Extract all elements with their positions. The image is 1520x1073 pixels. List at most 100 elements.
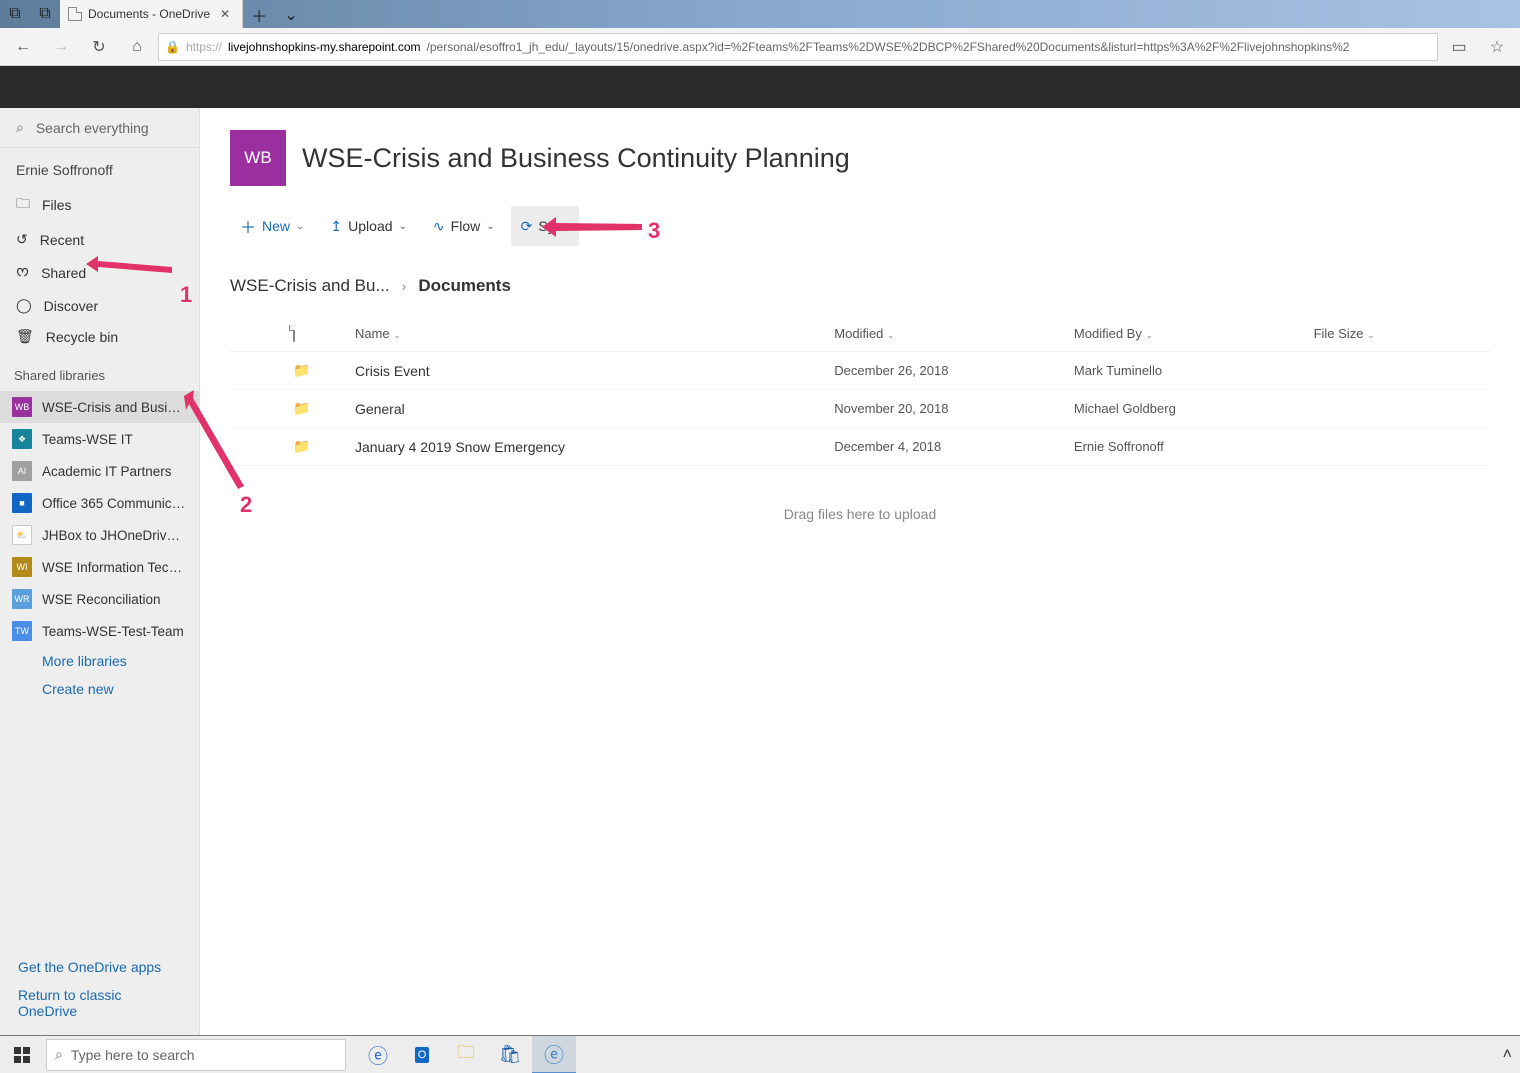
forward-button[interactable]: → — [44, 31, 78, 63]
column-name[interactable]: Name ⌄ — [347, 316, 826, 352]
create-new-link[interactable]: Create new — [0, 675, 199, 703]
chevron-down-icon: ⌄ — [486, 221, 494, 232]
lock-icon: 🔒 — [165, 40, 180, 54]
file-modified-by: Michael Goldberg — [1066, 390, 1306, 428]
library-item[interactable]: ■Office 365 Communicati... — [0, 487, 199, 519]
classic-onedrive-link[interactable]: Return to classic OneDrive — [0, 981, 199, 1025]
new-button[interactable]: ＋New⌄ — [230, 206, 314, 246]
library-item[interactable]: AIAcademic IT Partners — [0, 455, 199, 487]
taskbar-explorer-icon[interactable]: 🗀 — [444, 1036, 488, 1073]
drop-hint: Drag files here to upload — [230, 506, 1490, 522]
tab-actions-icon[interactable]: ⌄ — [275, 2, 307, 28]
start-button[interactable] — [0, 1036, 44, 1073]
chevron-down-icon: ⌄ — [296, 221, 304, 232]
sync-button[interactable]: ⟳Sync — [511, 206, 580, 246]
get-apps-link[interactable]: Get the OneDrive apps — [0, 953, 199, 981]
file-name[interactable]: January 4 2019 Snow Emergency — [347, 428, 826, 466]
file-modified-by: Mark Tuminello — [1066, 352, 1306, 390]
folder-icon: 📁 — [293, 400, 310, 416]
file-name[interactable]: Crisis Event — [347, 352, 826, 390]
table-row[interactable]: 📁 Crisis EventDecember 26, 2018Mark Tumin… — [230, 352, 1490, 390]
chevron-down-icon: ⌄ — [1367, 330, 1375, 340]
back-button[interactable]: ← — [6, 31, 40, 63]
tab-aside-in-icon[interactable]: ⧉ — [30, 0, 60, 28]
reading-view-icon[interactable]: ▭ — [1442, 31, 1476, 63]
library-item[interactable]: WIWSE Information Techno... — [0, 551, 199, 583]
flow-button[interactable]: ∿Flow⌄ — [423, 206, 505, 246]
sidebar-item-recent[interactable]: ↺Recent — [0, 224, 199, 255]
suite-header — [0, 66, 1520, 108]
trash-icon: 🗑 — [16, 328, 34, 345]
breadcrumb-root[interactable]: WSE-Crisis and Bu... — [230, 276, 390, 296]
library-item[interactable]: WR WSE Reconciliation — [0, 583, 199, 615]
library-item[interactable]: WBWSE-Crisis and Busines... — [0, 391, 199, 423]
breadcrumb: WSE-Crisis and Bu... › Documents — [230, 276, 1490, 296]
taskbar-ie-icon[interactable]: ⓔ — [356, 1036, 400, 1073]
chevron-down-icon: ⌄ — [393, 330, 401, 340]
library-item[interactable]: TW Teams-WSE-Test-Team — [0, 615, 199, 647]
table-row[interactable]: 📁GeneralNovember 20, 2018Michael Goldber… — [230, 390, 1490, 428]
url-domain: livejohnshopkins-my.sharepoint.com — [228, 40, 421, 54]
close-tab-icon[interactable]: ✕ — [216, 7, 234, 21]
favorite-star-icon[interactable]: ☆ — [1480, 31, 1514, 63]
sidebar-item-discover[interactable]: ◯Discover — [0, 290, 199, 321]
library-icon: AI — [12, 461, 32, 481]
upload-button[interactable]: ↥Upload⌄ — [320, 206, 417, 246]
search-placeholder: Search everything — [36, 120, 149, 136]
url-input[interactable]: 🔒 https://livejohnshopkins-my.sharepoint… — [158, 33, 1438, 61]
file-modified: December 4, 2018 — [826, 428, 1066, 466]
windows-taskbar: ⌕ Type here to search ⓔ O 🗀 🛍 ⓔ ˄ — [0, 1035, 1520, 1073]
column-type[interactable] — [285, 316, 347, 352]
library-item[interactable]: ⛅JHBox to JHOneDrive Mi... — [0, 519, 199, 551]
library-icon: WI — [12, 557, 32, 577]
chevron-down-icon: ⌄ — [1145, 330, 1153, 340]
tab-aside-out-icon[interactable]: ⧉ — [0, 0, 30, 28]
library-icon: WR — [12, 589, 32, 609]
table-row[interactable]: 📁January 4 2019 Snow EmergencyDecember 4… — [230, 428, 1490, 466]
chevron-down-icon: ⌄ — [887, 330, 895, 340]
globe-icon: ◯ — [16, 297, 32, 314]
sync-icon: ⟳ — [521, 218, 533, 235]
search-input[interactable]: ⌕ Search everything — [0, 108, 199, 148]
library-icon: TW — [12, 621, 32, 641]
column-modified-by[interactable]: Modified By ⌄ — [1066, 316, 1306, 352]
browser-tab[interactable]: Documents - OneDrive ✕ — [60, 0, 243, 28]
taskbar-search-input[interactable]: ⌕ Type here to search — [46, 1039, 346, 1071]
more-libraries-link[interactable]: More libraries — [0, 647, 199, 675]
clock-icon: ↺ — [16, 231, 28, 248]
sidebar-item-recyclebin[interactable]: 🗑Recycle bin — [0, 321, 199, 352]
library-label: Teams-WSE IT — [42, 432, 133, 447]
file-modified: December 26, 2018 — [826, 352, 1066, 390]
taskbar-edge-icon[interactable]: ⓔ — [532, 1036, 576, 1073]
people-icon: ᰔ — [16, 262, 29, 283]
file-modified-by: Ernie Soffronoff — [1066, 428, 1306, 466]
chevron-down-icon: ⌄ — [399, 221, 407, 232]
shared-libraries-heading: Shared libraries — [0, 352, 199, 391]
home-button[interactable]: ⌂ — [120, 31, 154, 63]
sidebar-item-shared[interactable]: ᰔShared — [0, 255, 199, 290]
library-list: WBWSE-Crisis and Busines... ❖ Teams-WSE IT… — [0, 391, 199, 647]
library-icon: ⛅ — [12, 525, 32, 545]
library-icon: ■ — [12, 493, 32, 513]
file-name[interactable]: General — [347, 390, 826, 428]
flow-icon: ∿ — [433, 218, 445, 235]
tray-chevron-up-icon[interactable]: ˄ — [1503, 1046, 1512, 1064]
sidebar-item-files[interactable]: 🗀Files — [0, 186, 199, 224]
user-name: Ernie Soffronoff — [0, 148, 199, 186]
onedrive-sidebar: ⌕ Search everything Ernie Soffronoff 🗀Fi… — [0, 108, 200, 1035]
library-icon: ❖ — [12, 429, 32, 449]
taskbar-store-icon[interactable]: 🛍 — [488, 1036, 532, 1073]
refresh-button[interactable]: ↻ — [82, 31, 116, 63]
library-label: Teams-WSE-Test-Team — [42, 624, 184, 639]
column-file-size[interactable]: File Size ⌄ — [1306, 316, 1490, 352]
library-item[interactable]: ❖ Teams-WSE IT — [0, 423, 199, 455]
chevron-right-icon: › — [402, 278, 407, 294]
library-label: WSE Reconciliation — [42, 592, 161, 607]
taskbar-outlook-icon[interactable]: O — [400, 1036, 444, 1073]
folder-icon: 📁 — [293, 362, 310, 378]
new-tab-button[interactable]: ＋ — [243, 2, 275, 28]
search-icon: ⌕ — [55, 1046, 63, 1063]
file-icon — [293, 325, 295, 342]
column-modified[interactable]: Modified ⌄ — [826, 316, 1066, 352]
library-icon: WB — [12, 397, 32, 417]
